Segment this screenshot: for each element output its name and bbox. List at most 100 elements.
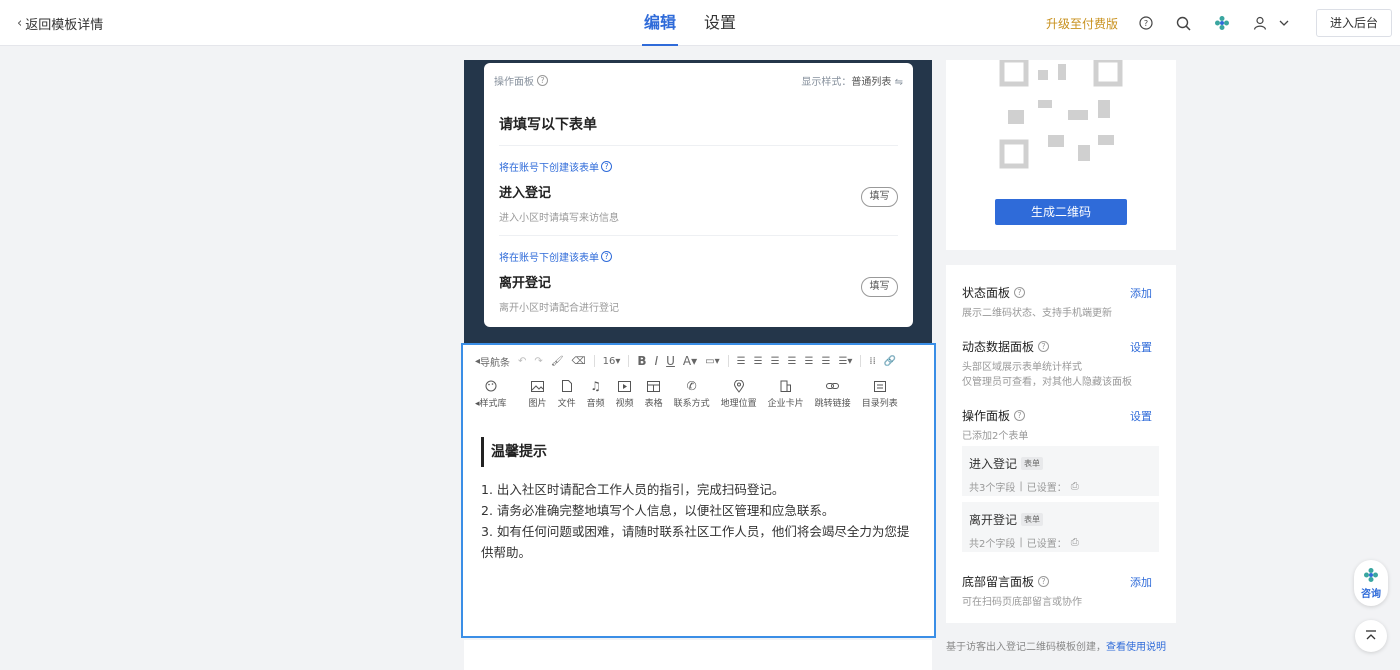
divider [499, 235, 898, 236]
form-hint: 将在账号下创建该表单? [499, 159, 898, 174]
form-description: 离开小区时请配合进行登记 [499, 303, 619, 314]
tip-body[interactable]: 1. 出入社区时请配合工作人员的指引，完成扫码登记。 2. 请务必准确完整地填写… [481, 479, 921, 563]
form-tag: 表单 [1021, 513, 1044, 526]
divider [499, 145, 898, 146]
insert-location-button[interactable]: 地理位置 [721, 379, 757, 409]
preview-bottom-area [464, 640, 932, 670]
help-icon: ? [537, 75, 548, 86]
consult-button[interactable]: 咨询 [1354, 560, 1388, 606]
divider [860, 355, 862, 367]
underline-icon[interactable]: U [666, 354, 675, 368]
file-icon [561, 379, 572, 393]
insert-company-card-button[interactable]: 企业卡片 [768, 379, 804, 409]
align-right-icon[interactable]: ☰ [805, 356, 814, 367]
list-icon [873, 379, 886, 393]
template-source-note: 基于访客出入登记二维码模板创建，查看使用说明 [946, 642, 1166, 653]
generate-qr-button[interactable]: 生成二维码 [995, 199, 1127, 225]
align-left-icon[interactable]: ☰ [771, 356, 780, 367]
add-status-panel-button[interactable]: 添加 [1130, 285, 1152, 301]
panel-name: 底部留言面板? [962, 573, 1050, 590]
help-icon[interactable]: ? [1136, 13, 1156, 33]
insert-video-button[interactable]: 视频 [616, 379, 634, 409]
image-icon [531, 379, 545, 393]
switch-icon: ⇋ [894, 77, 903, 88]
insert-file-button[interactable]: 文件 [558, 379, 576, 409]
printer-icon: ⎙ [1070, 481, 1079, 492]
nav-bar-toggle[interactable]: ◂ 导航条 [475, 354, 510, 369]
fill-button[interactable]: 填写 [861, 277, 898, 297]
style-library-button[interactable]: ◂样式库 [475, 379, 507, 409]
divider [727, 355, 729, 367]
display-style-selector[interactable]: 显示样式：普通列表 ⇋ [801, 73, 903, 88]
video-icon [618, 379, 632, 393]
table-icon [647, 379, 661, 393]
arrow-up-icon [1366, 630, 1376, 640]
dynamic-data-panel-section: 动态数据面板? 设置 头部区域展示表单统计样式 仅管理员可查看，对其他人隐藏该面… [962, 338, 1152, 390]
help-icon: ? [601, 161, 612, 172]
status-panel-section: 状态面板? 添加 展示二维码状态、支持手机端更新 [962, 284, 1152, 321]
usage-guide-link[interactable]: 查看使用说明 [1106, 642, 1166, 653]
sub-form-item[interactable]: 进入登记 表单 共3个字段 | 已设置： ⎙ [962, 446, 1159, 496]
bottom-comment-panel-section: 底部留言面板? 添加 可在扫码页底部留言或协作 [962, 573, 1152, 610]
main-tabs: 编辑 设置 [640, 0, 740, 46]
insert-toc-button[interactable]: 目录列表 [862, 379, 898, 409]
operation-panel-card[interactable]: 操作面板 ? 显示样式：普通列表 ⇋ 请填写以下表单 将在账号下创建该表单? 进… [484, 63, 913, 327]
form-name: 离开登记 [499, 276, 552, 291]
insert-audio-button[interactable]: ♫ 音频 [587, 379, 605, 409]
brand-logo-icon[interactable] [1212, 13, 1232, 33]
divider [628, 355, 630, 367]
user-icon[interactable] [1250, 13, 1270, 33]
operation-panel-settings-button[interactable]: 设置 [1130, 408, 1152, 424]
help-icon: ? [601, 251, 612, 262]
insert-image-button[interactable]: 图片 [529, 379, 547, 409]
chevron-down-icon[interactable] [1274, 13, 1294, 33]
align-justify-icon[interactable]: ☰ [821, 356, 830, 367]
font-color-icon[interactable]: A▾ [683, 354, 697, 368]
redo-icon[interactable]: ↷ [534, 356, 542, 367]
music-icon: ♫ [590, 379, 601, 393]
panel-description: 展示二维码状态、支持手机端更新 [962, 308, 1112, 319]
italic-icon[interactable]: I [655, 354, 659, 368]
sub-form-item[interactable]: 离开登记 表单 共2个字段 | 已设置： ⎙ [962, 502, 1159, 552]
rich-text-editor[interactable]: ◂ 导航条 ↶ ↷ 🖌 ⌫ 16 ▾ B I U A▾ ▭▾ ☰ ☰ ☰ ☰ ☰ ☰… [461, 343, 936, 638]
dynamic-panel-settings-button[interactable]: 设置 [1130, 339, 1152, 355]
form-description: 进入小区时请填写来访信息 [499, 213, 619, 224]
form-item: 将在账号下创建该表单? 离开登记 离开小区时请配合进行登记 填写 [499, 249, 898, 329]
upgrade-link[interactable]: 升级至付费版 [1046, 15, 1118, 32]
operation-panel-header: 操作面板 ? 显示样式：普通列表 ⇋ [494, 73, 903, 88]
line-height-icon[interactable]: ☰▾ [838, 356, 852, 367]
divider [593, 355, 595, 367]
panel-description: 已添加2个表单 [962, 431, 1029, 442]
insert-contact-button[interactable]: ✆ 联系方式 [674, 379, 710, 409]
bullet-list-icon[interactable]: ☰ [737, 356, 746, 367]
insert-jump-link-button[interactable]: 跳转链接 [815, 379, 851, 409]
help-icon: ? [1014, 410, 1026, 421]
bold-icon[interactable]: B [637, 354, 646, 368]
format-painter-icon[interactable]: 🖌 [551, 356, 564, 367]
operation-panel-title: 操作面板 [494, 77, 534, 88]
panel-name: 操作面板? [962, 407, 1026, 424]
more-icon[interactable]: ⁞⁞ [869, 356, 875, 367]
back-to-template-link[interactable]: ‹ 返回模板详情 [17, 14, 103, 33]
tab-edit[interactable]: 编辑 [640, 0, 680, 46]
panel-name: 动态数据面板? [962, 338, 1050, 355]
align-center-icon[interactable]: ☰ [788, 356, 797, 367]
font-size-select[interactable]: 16 ▾ [603, 356, 621, 367]
link-icon [826, 379, 840, 393]
highlight-icon[interactable]: ▭▾ [705, 356, 719, 367]
fill-button[interactable]: 填写 [861, 187, 898, 207]
sub-form-name: 离开登记 [969, 513, 1018, 527]
link-icon[interactable]: 🔗 [884, 356, 896, 367]
enter-backend-button[interactable]: 进入后台 [1315, 9, 1392, 37]
eraser-icon[interactable]: ⌫ [572, 356, 586, 367]
undo-icon[interactable]: ↶ [518, 356, 526, 367]
search-icon[interactable] [1174, 13, 1194, 33]
numbered-list-icon[interactable]: ☰ [754, 356, 763, 367]
form-name: 进入登记 [499, 186, 552, 201]
insert-table-button[interactable]: 表格 [645, 379, 663, 409]
tab-settings[interactable]: 设置 [700, 0, 740, 46]
add-bottom-comment-button[interactable]: 添加 [1130, 574, 1152, 590]
tip-line: 2. 请务必准确完整地填写个人信息，以便社区管理和应急联系。 [481, 503, 835, 518]
help-icon: ? [1038, 576, 1050, 587]
back-to-top-button[interactable] [1355, 620, 1387, 652]
